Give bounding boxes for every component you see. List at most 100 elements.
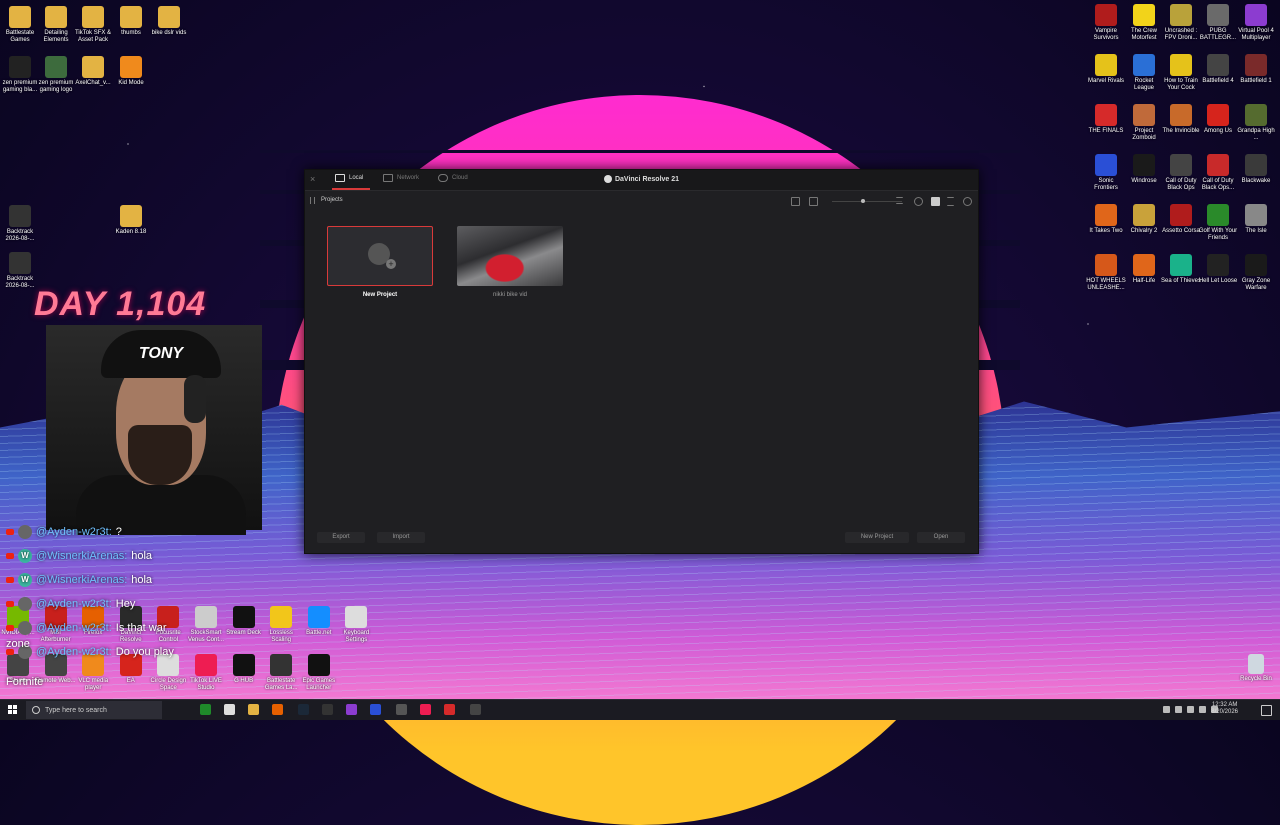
- clock[interactable]: 12:32 AM 8/20/2026: [1211, 702, 1238, 716]
- desktop-battlestate-shortcut[interactable]: Battlestate Games: [0, 6, 40, 44]
- list-view-icon[interactable]: [947, 197, 954, 206]
- recycle-bin-icon[interactable]: Recycle Bin: [1236, 654, 1276, 683]
- desktop-zen-premium-blk-shortcut[interactable]: zen premium gaming bla...: [0, 56, 40, 94]
- desktop-sonic-shortcut[interactable]: Sonic Frontiers: [1086, 154, 1126, 192]
- desktop-bike-dslr-shortcut[interactable]: bike dslr vids: [149, 6, 189, 37]
- windows-start-icon[interactable]: [8, 705, 17, 714]
- sort-icon[interactable]: [896, 197, 903, 204]
- desktop-detailing-shortcut[interactable]: Detailing Elements: [36, 6, 76, 44]
- network-icon[interactable]: [1175, 706, 1182, 713]
- desktop-pool-shortcut[interactable]: Virtual Pool 4 Multiplayer: [1236, 4, 1276, 42]
- desktop-golf-shortcut[interactable]: Golf With Your Friends: [1198, 204, 1238, 242]
- zoom-slider-handle[interactable]: [861, 199, 865, 203]
- desktop-ittakestwo-shortcut[interactable]: It Takes Two: [1086, 204, 1126, 235]
- tiktok-icon[interactable]: [420, 704, 431, 715]
- desktop-zen-premium-logo-shortcut[interactable]: zen premium gaming logo: [36, 56, 76, 94]
- desktop-zomboid-shortcut[interactable]: Project Zomboid: [1124, 104, 1164, 142]
- steam-icon[interactable]: [298, 704, 309, 715]
- volume-icon[interactable]: [1187, 706, 1194, 713]
- import-button[interactable]: Import: [377, 532, 425, 543]
- desktop-keyboard-shortcut[interactable]: Keyboard Settings: [336, 606, 376, 644]
- desktop-hotwheels-shortcut[interactable]: HOT WHEELS UNLEASHE...: [1086, 254, 1126, 292]
- desktop-battlestate-launcher-shortcut[interactable]: Battlestate Games La...: [261, 654, 301, 692]
- desktop-amongus-shortcut[interactable]: Among Us: [1198, 104, 1238, 135]
- desktop-pubg-shortcut[interactable]: PUBG BATTLEGR...: [1198, 4, 1238, 42]
- project-tile[interactable]: nikki bike vid: [457, 226, 563, 298]
- desktop-isle-shortcut[interactable]: The Isle: [1236, 204, 1276, 235]
- desktop-finals-shortcut[interactable]: THE FINALS: [1086, 104, 1126, 135]
- axelchat-icon: [82, 56, 104, 78]
- new-project-button[interactable]: New Project: [845, 532, 909, 543]
- desktop-helllet-shortcut[interactable]: Hell Let Loose: [1198, 254, 1238, 285]
- hotwheels-icon: [1095, 254, 1117, 276]
- open-button[interactable]: Open: [917, 532, 965, 543]
- youtube-icon: [6, 577, 14, 583]
- firefox-icon[interactable]: [272, 704, 283, 715]
- desktop-uncrashed-shortcut[interactable]: Uncrashed : FPV Droni...: [1161, 4, 1201, 42]
- battery-icon[interactable]: [1199, 706, 1206, 713]
- desktop-tiktok-sfx-shortcut[interactable]: TikTok SFX & Asset Pack: [73, 6, 113, 44]
- desktop-vampire-shortcut[interactable]: Vampire Survivors: [1086, 4, 1126, 42]
- zoom-slider-track[interactable]: [832, 201, 902, 202]
- app-icon[interactable]: [370, 704, 381, 715]
- desktop-backtrack-1-shortcut[interactable]: Backtrack 2026-08-...: [0, 205, 40, 243]
- desktop-icon-label: Kid Mode: [118, 80, 144, 86]
- desktop-crew-shortcut[interactable]: The Crew Motorfest: [1124, 4, 1164, 42]
- zen-premium-blk-icon: [9, 56, 31, 78]
- desktop-tiktoklive-shortcut[interactable]: TikTok LIVE Studio: [186, 654, 226, 692]
- keyboard-icon: [345, 606, 368, 628]
- desktop-grandpa-shortcut[interactable]: Grandpa High ...: [1236, 104, 1276, 142]
- desktop-halflife-shortcut[interactable]: Half-Life: [1124, 254, 1164, 285]
- desktop-seaofthieves-shortcut[interactable]: Sea of Thieves: [1161, 254, 1201, 285]
- desktop-circle-shortcut[interactable]: Circle Design Space: [148, 654, 188, 692]
- thumbnail-toggle-icon[interactable]: [809, 197, 818, 206]
- export-button[interactable]: Export: [317, 532, 365, 543]
- notification-icon[interactable]: [1261, 705, 1272, 716]
- new-project-tile[interactable]: + New Project: [327, 226, 433, 298]
- desktop-lossless-shortcut[interactable]: Lossless Scaling: [261, 606, 301, 644]
- desktop-windrose-shortcut[interactable]: Windrose: [1124, 154, 1164, 185]
- new-folder-icon[interactable]: [791, 197, 800, 206]
- desktop-epic-shortcut[interactable]: Epic Games Launcher: [299, 654, 339, 692]
- desktop-cod-bo-shortcut[interactable]: Call of Duty Black Ops: [1161, 154, 1201, 192]
- youtube-icon: [6, 529, 14, 535]
- taskbar-search[interactable]: Type here to search: [26, 701, 162, 719]
- desktop-stock-shortcut[interactable]: StockSmart Venus Cont...: [186, 606, 226, 644]
- desktop-cod-bo2-shortcut[interactable]: Call of Duty Black Ops...: [1198, 154, 1238, 192]
- grid-view-icon[interactable]: [931, 197, 940, 206]
- desktop-bf1-shortcut[interactable]: Battlefield 1: [1236, 54, 1276, 85]
- app-icon[interactable]: [470, 704, 481, 715]
- clock-date: 8/20/2026: [1211, 709, 1238, 715]
- folder-icon[interactable]: [248, 704, 259, 715]
- desktop-gghub-shortcut[interactable]: G HUB: [224, 654, 264, 685]
- desktop-grayzone-shortcut[interactable]: Gray Zone Warfare: [1236, 254, 1276, 292]
- golf-icon: [1207, 204, 1229, 226]
- sidebar-toggle-icon[interactable]: [310, 197, 315, 204]
- desktop-marvel-shortcut[interactable]: Marvel Rivals: [1086, 54, 1126, 85]
- desktop-vlc-shortcut[interactable]: VLC media player: [73, 654, 113, 692]
- desktop-bf4-shortcut[interactable]: Battlefield 4: [1198, 54, 1238, 85]
- desktop-kaden-shortcut[interactable]: Kaden 8.18: [111, 205, 151, 236]
- chat-message: @Ayden-w2r3t: ?: [6, 525, 122, 539]
- desktop-streamdeck-shortcut[interactable]: Stream Deck: [224, 606, 264, 637]
- desktop-chivalry-shortcut[interactable]: Chivalry 2: [1124, 204, 1164, 235]
- info-icon[interactable]: [914, 197, 923, 206]
- desktop-blackwake-shortcut[interactable]: Blackwake: [1236, 154, 1276, 185]
- battlestate-icon[interactable]: [322, 704, 333, 715]
- desktop-assetto-shortcut[interactable]: Assetto Corsa: [1161, 204, 1201, 235]
- file-icon[interactable]: [224, 704, 235, 715]
- app-icon[interactable]: [444, 704, 455, 715]
- xbox-icon[interactable]: [200, 704, 211, 715]
- desktop-kid-mode-shortcut[interactable]: Kid Mode: [111, 56, 151, 87]
- desktop-axelchat-shortcut[interactable]: AxelChat_v...: [73, 56, 113, 87]
- desktop-train-shortcut[interactable]: How to Train Your Cock: [1161, 54, 1201, 92]
- desktop-rocket-shortcut[interactable]: Rocket League: [1124, 54, 1164, 92]
- tray-chevron-icon[interactable]: [1163, 706, 1170, 713]
- desktop-battlenet-shortcut[interactable]: Battle.net: [299, 606, 339, 637]
- davinci-taskbar-icon[interactable]: [396, 704, 407, 715]
- search-icon[interactable]: [963, 197, 972, 206]
- desktop-invincible-shortcut[interactable]: The Invincible: [1161, 104, 1201, 135]
- obs-icon[interactable]: [346, 704, 357, 715]
- desktop-thumbs-shortcut[interactable]: thumbs: [111, 6, 151, 37]
- webcam-person-beard: [128, 425, 192, 485]
